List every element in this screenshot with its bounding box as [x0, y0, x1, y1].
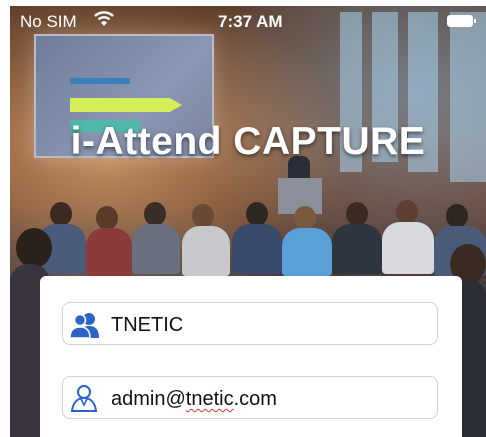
- organization-value: TNETIC: [111, 314, 184, 336]
- username-field[interactable]: admin@tnetic.com: [62, 376, 438, 419]
- username-value: admin@tnetic.com: [111, 388, 277, 411]
- wifi-icon: [94, 10, 114, 33]
- carrier-label: No SIM: [20, 12, 77, 31]
- login-card: TNETIC admin@tnetic.com: [40, 276, 462, 437]
- organization-field[interactable]: TNETIC: [62, 302, 438, 345]
- spellcheck-word: tnetic: [185, 388, 234, 410]
- app-screen: No SIM 7:37 AM i-Attend CAPTURE TNETIC a…: [10, 6, 486, 437]
- group-icon: [69, 309, 99, 339]
- status-bar: No SIM 7:37 AM: [10, 6, 486, 36]
- user-icon: [69, 383, 99, 413]
- username-prefix: admin@: [111, 388, 186, 410]
- app-title: i-Attend CAPTURE: [70, 120, 426, 163]
- battery-icon: [447, 15, 476, 27]
- clock: 7:37 AM: [218, 12, 283, 31]
- username-suffix: .com: [233, 388, 277, 410]
